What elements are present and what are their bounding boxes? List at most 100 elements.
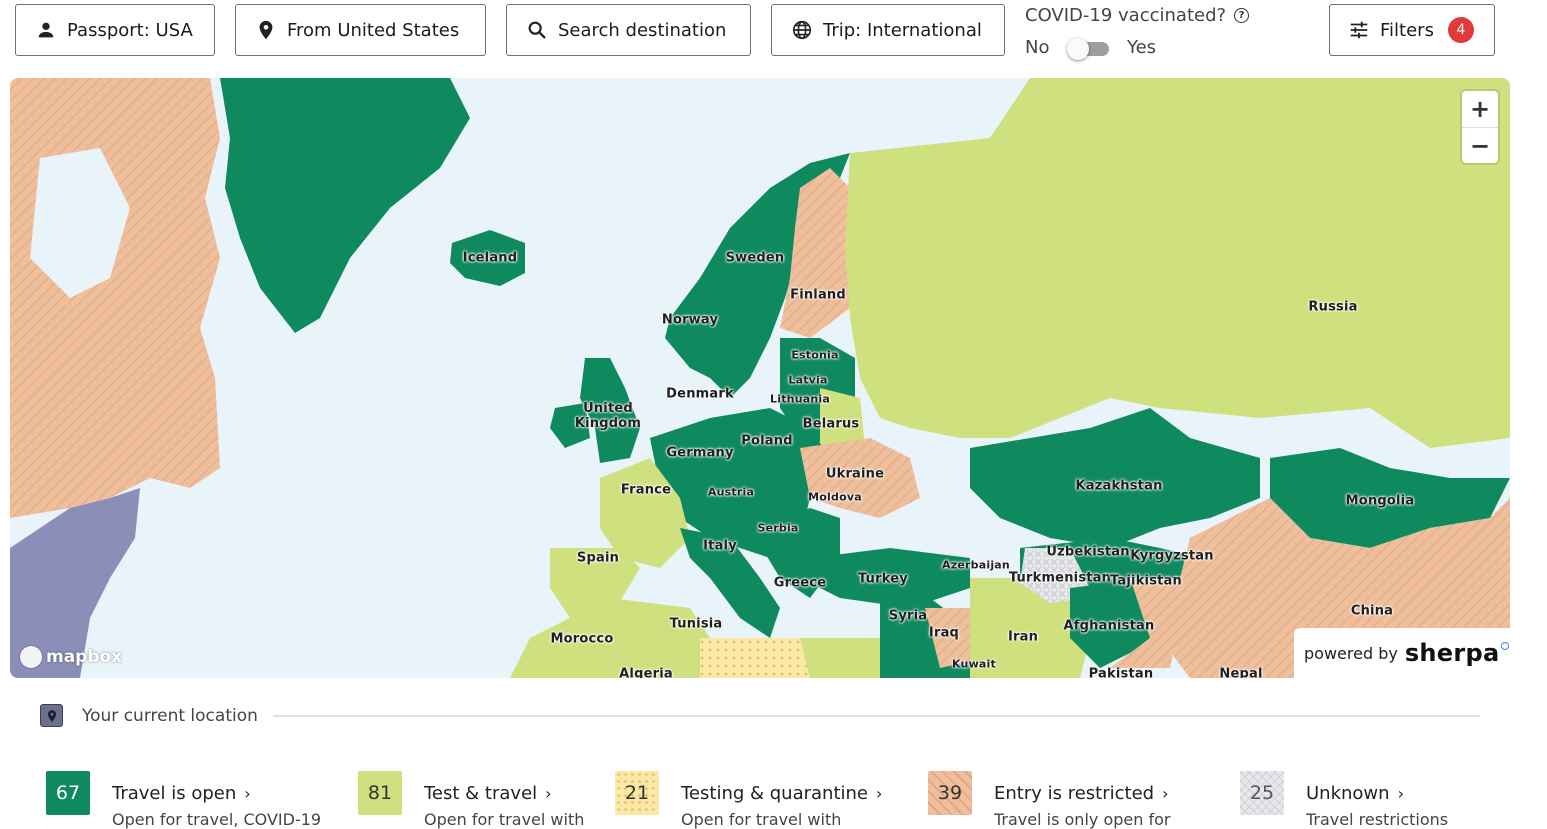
location-pin-icon	[255, 19, 277, 41]
map-label-mongolia[interactable]: Mongolia	[1346, 494, 1415, 509]
legend-entry-restricted[interactable]: 39 Entry is restricted › Travel is only o…	[928, 771, 1170, 829]
mapbox-text: mapbox	[46, 647, 123, 667]
map-label-lithuania[interactable]: Lithuania	[770, 392, 830, 407]
map-label-united-kingdom[interactable]: United Kingdom	[575, 401, 641, 431]
map-label-serbia[interactable]: Serbia	[757, 521, 798, 536]
travel-map[interactable]: Iceland Sweden Finland Norway Estonia Latvia D…	[10, 78, 1510, 678]
search-icon	[526, 19, 548, 41]
chevron-right-icon: ›	[1162, 784, 1169, 803]
sherpa-ring-icon	[1501, 642, 1510, 650]
map-label-turkmenistan[interactable]: Turkmenistan	[1009, 571, 1111, 586]
map-label-tunisia[interactable]: Tunisia	[670, 617, 723, 632]
map-label-poland[interactable]: Poland	[741, 434, 792, 449]
map-label-norway[interactable]: Norway	[662, 313, 718, 328]
map-label-france[interactable]: France	[621, 483, 671, 498]
map-label-spain[interactable]: Spain	[577, 551, 619, 566]
chevron-right-icon: ›	[876, 784, 883, 803]
map-label-syria[interactable]: Syria	[889, 609, 927, 624]
legend-test-travel[interactable]: 81 Test & travel › Open for travel with	[358, 771, 584, 829]
filters-count-badge: 4	[1447, 17, 1474, 43]
vaccinated-question: COVID-19 vaccinated?	[1025, 5, 1227, 26]
map-label-finland[interactable]: Finland	[790, 288, 846, 303]
powered-by-text: powered by	[1304, 643, 1398, 663]
map-label-italy[interactable]: Italy	[703, 539, 737, 554]
map-label-pakistan[interactable]: Pakistan	[1089, 667, 1154, 679]
map-land	[10, 78, 1510, 678]
vaccinated-toggle[interactable]	[1067, 38, 1111, 60]
passport-label: Passport: USA	[67, 19, 193, 41]
trip-type-button[interactable]: Trip: International	[771, 4, 1005, 56]
origin-button[interactable]: From United States	[235, 4, 486, 56]
legend-unknown[interactable]: 25 Unknown › Travel restrictions	[1240, 771, 1448, 829]
current-location-pin-icon	[40, 704, 63, 727]
legend-count-unknown: 25	[1240, 771, 1284, 815]
legend-desc-open: Open for travel, COVID-19	[112, 810, 322, 829]
zoom-in-button[interactable]: +	[1462, 91, 1498, 127]
legend-desc-restricted: Travel is only open for	[994, 810, 1171, 829]
mapbox-logo[interactable]: mapbox	[20, 646, 122, 668]
legend-count-quarantine: 21	[615, 771, 659, 815]
map-label-azerbaijan[interactable]: Azerbaijan	[942, 558, 1010, 573]
legend-desc-test: Open for travel with	[424, 810, 585, 829]
legend-testing-quarantine[interactable]: 21 Testing & quarantine › Open for travel…	[615, 771, 882, 829]
map-label-kazakhstan[interactable]: Kazakhstan	[1075, 479, 1162, 494]
map-label-kuwait[interactable]: Kuwait	[952, 657, 996, 672]
legend-title-unknown: Unknown	[1306, 783, 1390, 804]
sliders-icon	[1348, 19, 1370, 41]
map-label-estonia[interactable]: Estonia	[791, 348, 838, 363]
legend-title-open: Travel is open	[112, 783, 237, 804]
map-label-afghanistan[interactable]: Afghanistan	[1064, 619, 1155, 634]
current-location-divider	[273, 715, 1480, 717]
map-label-belarus[interactable]: Belarus	[803, 417, 860, 432]
passport-button[interactable]: Passport: USA	[15, 4, 215, 56]
filters-button[interactable]: Filters 4	[1329, 4, 1495, 56]
legend-title-quarantine: Testing & quarantine	[681, 783, 869, 804]
map-label-moldova[interactable]: Moldova	[808, 490, 862, 505]
map-label-russia[interactable]: Russia	[1308, 300, 1357, 315]
toggle-yes-label: Yes	[1127, 37, 1157, 58]
map-label-germany[interactable]: Germany	[666, 446, 733, 461]
chevron-right-icon: ›	[1397, 784, 1404, 803]
map-label-iraq[interactable]: Iraq	[929, 626, 959, 641]
sherpa-logo: sherpa	[1404, 639, 1500, 667]
help-icon[interactable]: ?	[1234, 8, 1250, 23]
legend-desc-quarantine: Open for travel with	[681, 810, 842, 829]
map-label-tajikistan[interactable]: Tajikistan	[1110, 574, 1182, 589]
map-label-ukraine[interactable]: Ukraine	[826, 467, 884, 482]
map-label-nepal[interactable]: Nepal	[1219, 667, 1262, 679]
map-label-morocco[interactable]: Morocco	[551, 632, 614, 647]
map-label-algeria[interactable]: Algeria	[619, 667, 673, 679]
current-location-legend: Your current location	[40, 704, 258, 727]
search-placeholder: Search destination	[558, 19, 727, 41]
map-label-kyrgyzstan[interactable]: Kyrgyzstan	[1130, 549, 1213, 564]
mapbox-icon	[20, 646, 42, 668]
map-label-china[interactable]: China	[1351, 604, 1393, 619]
legend-desc-unknown: Travel restrictions	[1306, 810, 1449, 829]
chevron-right-icon: ›	[545, 784, 552, 803]
map-label-austria[interactable]: Austria	[708, 485, 754, 500]
map-label-iceland[interactable]: Iceland	[463, 251, 518, 266]
powered-by-sherpa[interactable]: powered by sherpa	[1294, 628, 1510, 678]
legend-count-restricted: 39	[928, 771, 972, 815]
origin-label: From United States	[287, 19, 460, 41]
legend-count-test: 81	[358, 771, 402, 815]
map-label-uzbekistan[interactable]: Uzbekistan	[1046, 545, 1129, 560]
person-icon	[35, 19, 57, 41]
map-label-iran[interactable]: Iran	[1008, 630, 1038, 645]
map-label-sweden[interactable]: Sweden	[726, 251, 785, 266]
vaccinated-toggle-group: COVID-19 vaccinated? ? No Yes	[1025, 3, 1285, 60]
legend-travel-open[interactable]: 67 Travel is open › Open for travel, COVI…	[46, 771, 321, 829]
zoom-controls: + −	[1462, 91, 1498, 163]
toggle-no-label: No	[1025, 37, 1050, 58]
map-label-denmark[interactable]: Denmark	[666, 387, 734, 402]
map-label-latvia[interactable]: Latvia	[788, 373, 827, 388]
trip-type-label: Trip: International	[823, 19, 982, 41]
zoom-out-button[interactable]: −	[1462, 127, 1498, 164]
map-label-greece[interactable]: Greece	[774, 576, 826, 591]
legend-count-open: 67	[46, 771, 90, 815]
search-destination-input[interactable]: Search destination	[506, 4, 751, 56]
legend-title-restricted: Entry is restricted	[994, 783, 1155, 804]
current-location-label: Your current location	[82, 705, 258, 726]
map-label-turkey[interactable]: Turkey	[858, 572, 908, 587]
globe-icon	[791, 19, 813, 41]
